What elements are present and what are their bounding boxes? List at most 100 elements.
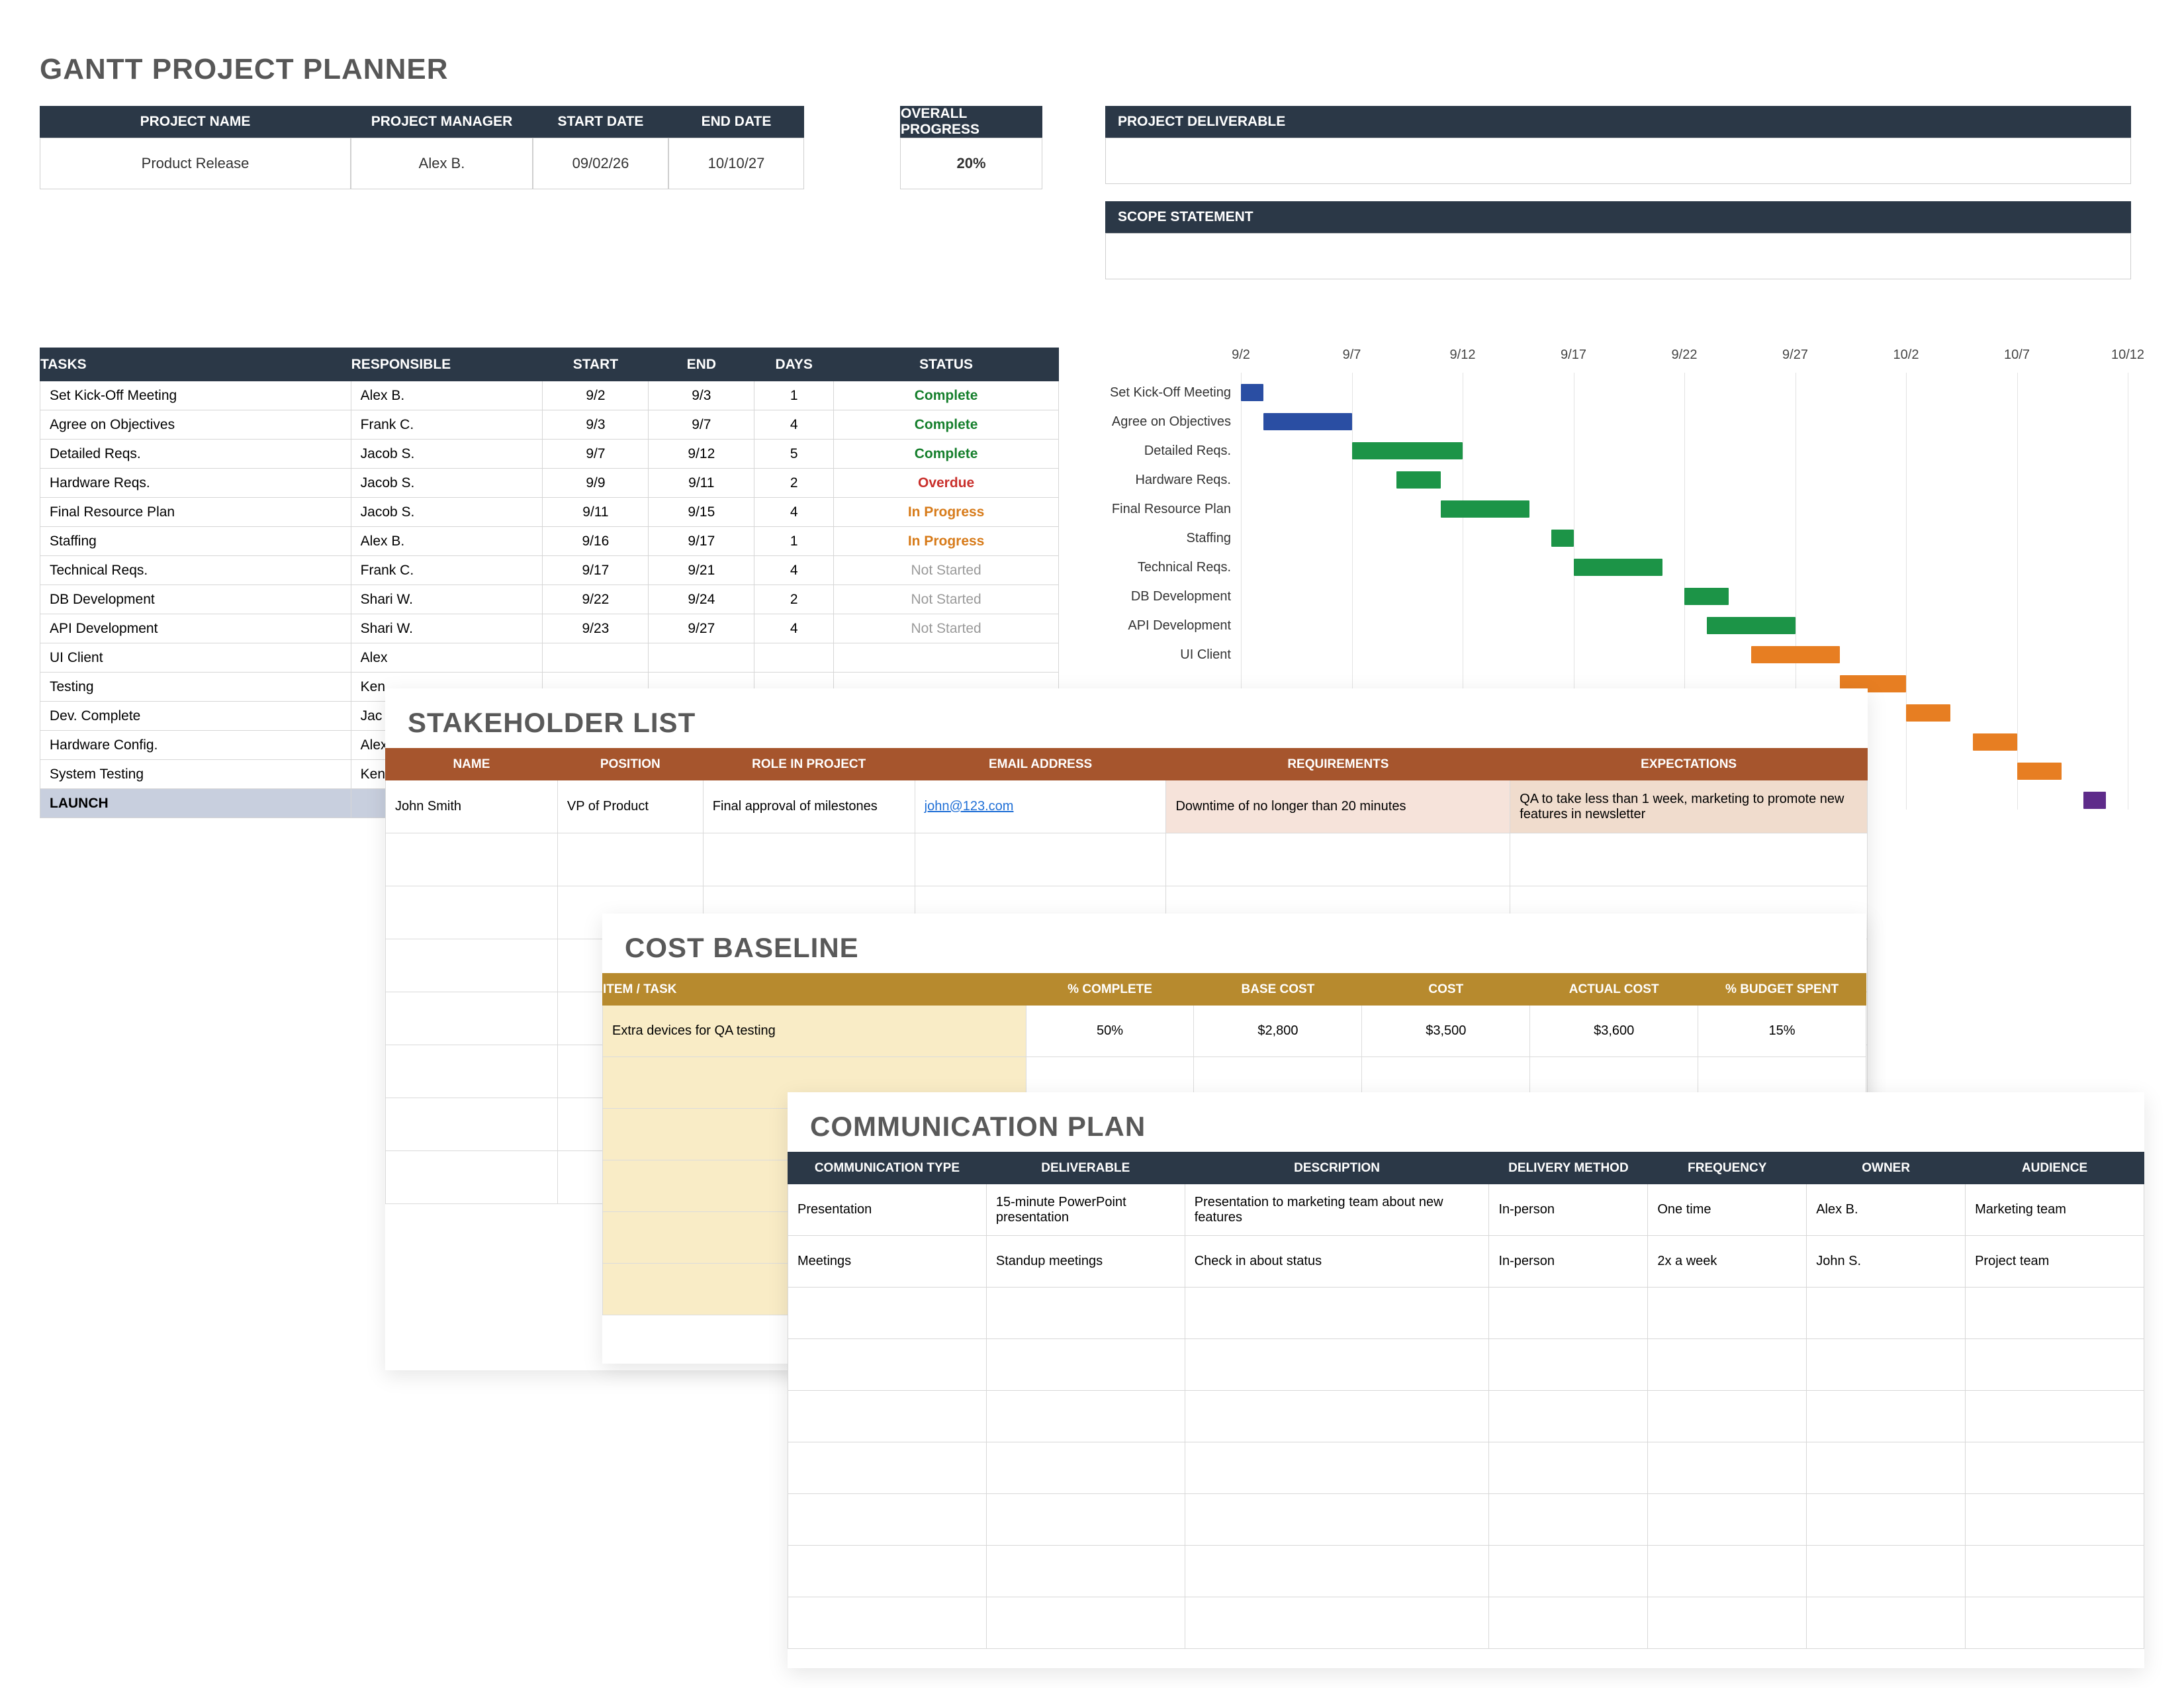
col-start-date: START DATE — [533, 106, 668, 138]
task-end: 9/21 — [649, 556, 754, 585]
task-name: Hardware Config. — [40, 731, 351, 760]
val-project-manager: Alex B. — [351, 138, 533, 189]
cost-item: Extra devices for QA testing — [603, 1006, 1026, 1057]
gantt-bar — [1707, 617, 1796, 634]
cost-title: COST BASELINE — [625, 932, 1866, 964]
tasks-col-4: DAYS — [754, 348, 834, 381]
table-row: DB DevelopmentShari W.9/229/242Not Start… — [40, 585, 1059, 614]
table-row: UI ClientAlex — [40, 643, 1059, 673]
task-status: Complete — [834, 410, 1059, 440]
overall-progress-value: 20% — [900, 138, 1042, 189]
communication-title: COMMUNICATION PLAN — [810, 1111, 2144, 1143]
cost-col: ITEM / TASK — [603, 974, 1026, 1006]
stake-position: VP of Product — [557, 780, 703, 833]
comm-type: Meetings — [788, 1236, 987, 1288]
task-start: 9/2 — [543, 381, 649, 410]
task-end — [649, 643, 754, 673]
task-responsible: Shari W. — [351, 614, 543, 643]
gantt-row: Technical Reqs. — [1085, 553, 2131, 582]
table-row — [788, 1546, 2144, 1597]
col-project-manager: PROJECT MANAGER — [351, 106, 533, 138]
task-responsible: Alex B. — [351, 381, 543, 410]
task-responsible: Alex B. — [351, 527, 543, 556]
comm-col: OWNER — [1807, 1152, 1966, 1184]
gantt-row-label: Agree on Objectives — [1032, 414, 1231, 430]
task-days: 5 — [754, 440, 834, 469]
table-row: Extra devices for QA testing50%$2,800$3,… — [603, 1006, 1866, 1057]
task-name: Agree on Objectives — [40, 410, 351, 440]
task-name: Testing — [40, 673, 351, 702]
task-name: Hardware Reqs. — [40, 469, 351, 498]
gantt-bar — [1263, 413, 1352, 430]
task-status — [834, 643, 1059, 673]
tasks-col-1: RESPONSIBLE — [351, 348, 543, 381]
table-row — [788, 1442, 2144, 1494]
project-deliverable-value — [1105, 138, 2131, 184]
scope-statement-label: SCOPE STATEMENT — [1105, 201, 2131, 233]
scope-statement-value — [1105, 233, 2131, 279]
gantt-row-label: Staffing — [1032, 531, 1231, 546]
gantt-row: DB Development — [1085, 582, 2131, 611]
table-row: StaffingAlex B.9/169/171In Progress — [40, 527, 1059, 556]
task-name: Final Resource Plan — [40, 498, 351, 527]
task-end: 9/12 — [649, 440, 754, 469]
table-row: Detailed Reqs.Jacob S.9/79/125Complete — [40, 440, 1059, 469]
table-row: Hardware Reqs.Jacob S.9/99/112Overdue — [40, 469, 1059, 498]
gantt-row-label: Detailed Reqs. — [1032, 444, 1231, 459]
gantt-bar — [1396, 471, 1441, 489]
val-project-name: Product Release — [40, 138, 351, 189]
task-days — [754, 643, 834, 673]
stake-email[interactable]: john@123.com — [915, 780, 1166, 833]
task-days: 1 — [754, 381, 834, 410]
gantt-row: Detailed Reqs. — [1085, 436, 2131, 465]
stake-col: REQUIREMENTS — [1166, 749, 1510, 780]
task-start: 9/23 — [543, 614, 649, 643]
task-name: System Testing — [40, 760, 351, 789]
stake-col: ROLE IN PROJECT — [703, 749, 915, 780]
task-name: Dev. Complete — [40, 702, 351, 731]
task-start: 9/3 — [543, 410, 649, 440]
axis-tick: 9/22 — [1672, 348, 1698, 363]
comm-owner: John S. — [1807, 1236, 1966, 1288]
comm-desc: Presentation to marketing team about new… — [1185, 1184, 1489, 1236]
task-name: API Development — [40, 614, 351, 643]
comm-freq: One time — [1648, 1184, 1807, 1236]
task-end: 9/17 — [649, 527, 754, 556]
stake-role: Final approval of milestones — [703, 780, 915, 833]
comm-desc: Check in about status — [1185, 1236, 1489, 1288]
axis-tick: 10/2 — [1893, 348, 1919, 363]
gantt-row: Staffing — [1085, 524, 2131, 553]
task-name: Detailed Reqs. — [40, 440, 351, 469]
axis-tick: 10/12 — [2111, 348, 2144, 363]
table-row — [386, 833, 1868, 886]
task-days: 1 — [754, 527, 834, 556]
task-responsible: Frank C. — [351, 410, 543, 440]
page-title: GANTT PROJECT PLANNER — [40, 53, 2131, 86]
gantt-bar — [1751, 646, 1840, 663]
overall-progress: OVERALL PROGRESS 20% — [900, 106, 1042, 189]
table-row: API DevelopmentShari W.9/239/274Not Star… — [40, 614, 1059, 643]
task-end: 9/24 — [649, 585, 754, 614]
cost-pct: 50% — [1026, 1006, 1194, 1057]
task-status: In Progress — [834, 498, 1059, 527]
gantt-row: Hardware Reqs. — [1085, 465, 2131, 494]
stake-col: EMAIL ADDRESS — [915, 749, 1166, 780]
table-row: Final Resource PlanJacob S.9/119/154In P… — [40, 498, 1059, 527]
task-name: Set Kick-Off Meeting — [40, 381, 351, 410]
task-start — [543, 643, 649, 673]
task-status: Not Started — [834, 556, 1059, 585]
comm-type: Presentation — [788, 1184, 987, 1236]
gantt-row: Set Kick-Off Meeting — [1085, 378, 2131, 407]
comm-method: In-person — [1489, 1184, 1648, 1236]
axis-tick: 9/2 — [1232, 348, 1250, 363]
axis-tick: 9/12 — [1450, 348, 1476, 363]
comm-freq: 2x a week — [1648, 1236, 1807, 1288]
task-days: 2 — [754, 469, 834, 498]
task-responsible: Jacob S. — [351, 440, 543, 469]
comm-aud: Marketing team — [1966, 1184, 2144, 1236]
gantt-row-label: Technical Reqs. — [1032, 560, 1231, 575]
task-days: 4 — [754, 614, 834, 643]
table-row — [788, 1288, 2144, 1339]
project-deliverable-label: PROJECT DELIVERABLE — [1105, 106, 2131, 138]
axis-tick: 9/7 — [1343, 348, 1361, 363]
